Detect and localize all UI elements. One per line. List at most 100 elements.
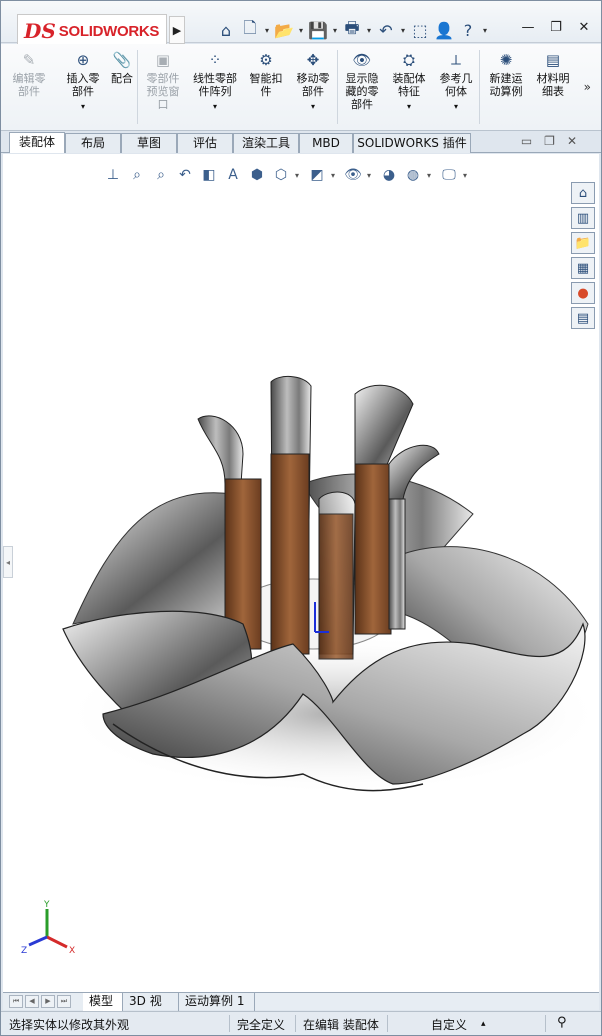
bottom-tab-1[interactable]: 3D 视图: [123, 993, 179, 1025]
window-controls: — ❐ ✕: [519, 18, 593, 36]
ds-logo-mark: DS: [24, 19, 56, 43]
first-tab-icon[interactable]: ⏮: [9, 995, 23, 1008]
units-dropdown-icon[interactable]: ▴: [481, 1019, 486, 1029]
ribbon-button-label: 新建运 动算例: [489, 72, 523, 98]
solidworks-logo[interactable]: DS SOLIDWORKS: [17, 14, 167, 48]
chevron-down-icon[interactable]: ▾: [454, 100, 458, 113]
save-icon[interactable]: 💾: [307, 19, 329, 41]
restore-icon[interactable]: ❐: [547, 18, 565, 36]
units-selector[interactable]: 自定义: [431, 1016, 467, 1033]
print-icon[interactable]: 🖶: [341, 18, 363, 41]
open-folder-icon[interactable]: 📂: [273, 19, 295, 41]
status-bar: 选择实体以修改其外观 完全定义 在编辑 装配体 自定义 ▴ ⚲: [1, 1011, 601, 1035]
home-icon[interactable]: ⌂: [215, 19, 237, 41]
component-preview-icon: ▣: [155, 50, 171, 69]
quick-access-toolbar: ⌂ 🗋 ▾ 📂 ▾ 💾 ▾ 🖶 ▾ ↶ ▾ ⬚ 👤 ? ▾: [215, 18, 489, 42]
graphics-area[interactable]: ⊥ ⌕ ⌕ ↶ ◧ A ⬢ ⬡ ▾ ◩ ▾ 👁 ▾ ◕ ◍ ▾ 🖵 ▾ ⌂ ▥ 📁 ▦ ● ▤ ◂: [3, 154, 599, 992]
chevron-down-icon[interactable]: ▾: [81, 100, 85, 113]
triad-x-axis: [46, 935, 68, 949]
tab-4[interactable]: 渲染工具: [233, 133, 299, 153]
ribbon-button-insert-component[interactable]: ⊕ 插入零 部件 ▾: [57, 50, 109, 128]
post-front-center-wood: [318, 513, 354, 660]
next-tab-icon[interactable]: ▶: [41, 995, 55, 1008]
chevron-down-icon[interactable]: ▾: [311, 100, 315, 113]
ribbon-button-label: 零部件 预览窗 口: [146, 72, 180, 111]
ribbon-overflow-icon[interactable]: »: [584, 80, 591, 94]
doc-restore-icon[interactable]: ❐: [544, 134, 555, 148]
ribbon-button-reference-geometry[interactable]: ⟂ 参考几 何体 ▾: [433, 50, 479, 128]
ribbon-button-label: 材料明 细表: [536, 72, 570, 98]
ribbon-button-smart-fastener[interactable]: ⚙ 智能扣 件: [245, 50, 287, 128]
document-window-controls: ▭ ❐ ✕: [521, 134, 577, 148]
bottom-tabs-bar: ⏮ ◀ ▶ ⏭ 模型3D 视图运动算例 1: [3, 992, 599, 1025]
chevron-down-icon[interactable]: ▾: [297, 19, 305, 41]
bottom-tab-2[interactable]: 运动算例 1: [179, 993, 255, 1011]
insert-component-icon: ⊕: [76, 50, 90, 69]
tab-1[interactable]: 布局: [65, 133, 121, 153]
assembly-3d-model[interactable]: [3, 154, 599, 992]
post-left-hook: [197, 415, 244, 485]
last-tab-icon[interactable]: ⏭: [57, 995, 71, 1008]
new-motion-study-icon: ✺: [499, 50, 513, 69]
ribbon-button-new-motion-study[interactable]: ✺ 新建运 动算例: [483, 50, 529, 128]
assembly-feature-icon: ⛭: [402, 50, 415, 69]
status-editing: 在编辑 装配体: [303, 1018, 379, 1032]
post-center-back-wood: [270, 453, 310, 655]
ribbon-button-label: 装配体 特征: [392, 72, 426, 98]
ribbon-button-component-preview[interactable]: ▣ 零部件 预览窗 口: [141, 50, 185, 128]
customize-status-icon[interactable]: ⚲: [557, 1015, 567, 1030]
select-cursor-icon[interactable]: ⬚: [409, 19, 431, 41]
doc-close-icon[interactable]: ✕: [567, 134, 577, 148]
ribbon-button-label: 插入零 部件: [66, 72, 100, 98]
triad-y-label: Y: [43, 900, 50, 910]
ribbon-button-edit-component[interactable]: ✎ 编辑零 部件: [7, 50, 51, 128]
chevron-down-icon[interactable]: ▾: [481, 19, 489, 41]
chevron-down-icon[interactable]: ▾: [213, 100, 217, 113]
ribbon-button-move-component[interactable]: ✥ 移动零 部件 ▾: [291, 50, 335, 128]
triad-x-label: X: [69, 946, 75, 956]
previous-tab-icon[interactable]: ◀: [25, 995, 39, 1008]
ribbon-button-assembly-feature[interactable]: ⛭ 装配体 特征 ▾: [387, 50, 431, 128]
tab-3[interactable]: 评估: [177, 133, 233, 153]
status-message: 选择实体以修改其外观: [9, 1018, 130, 1032]
ribbon-button-label: 移动零 部件: [296, 72, 330, 98]
ribbon-button-label: 智能扣 件: [249, 72, 283, 98]
show-hidden-icon: 👁: [352, 50, 372, 69]
chevron-down-icon[interactable]: ▾: [399, 19, 407, 41]
help-icon[interactable]: ?: [457, 19, 479, 41]
minimize-icon[interactable]: —: [519, 18, 537, 36]
ribbon-button-linear-pattern[interactable]: ⁘ 线性零部 件阵列 ▾: [187, 50, 243, 128]
ribbon-button-label: 配合: [111, 72, 133, 85]
linear-pattern-icon: ⁘: [208, 50, 222, 69]
chevron-down-icon[interactable]: ▾: [407, 100, 411, 113]
doc-minimize-icon[interactable]: ▭: [521, 134, 532, 148]
tab-6[interactable]: SOLIDWORKS 插件: [353, 133, 471, 153]
user-icon[interactable]: 👤: [433, 19, 455, 41]
post-right-back-wood: [354, 463, 392, 635]
new-document-icon[interactable]: 🗋: [239, 18, 261, 41]
tab-2[interactable]: 草图: [121, 133, 177, 153]
tab-5[interactable]: MBD: [299, 133, 353, 153]
ribbon-button-mate[interactable]: 📎 配合: [105, 50, 139, 128]
tab-0[interactable]: 装配体: [9, 132, 65, 153]
ribbon-separator: [337, 50, 338, 124]
menu-expand-arrow-icon[interactable]: ▶: [169, 16, 185, 44]
chevron-down-icon[interactable]: ▾: [263, 19, 271, 41]
edit-component-icon: ✎: [22, 50, 36, 69]
title-bar: DS SOLIDWORKS ▶ ⌂ 🗋 ▾ 📂 ▾ 💾 ▾ 🖶 ▾ ↶ ▾ ⬚ …: [1, 1, 601, 48]
ribbon-button-bill-of-materials[interactable]: ▤ 材料明 细表: [529, 50, 577, 128]
move-component-icon: ✥: [306, 50, 320, 69]
bottom-tab-0[interactable]: 模型: [83, 993, 123, 1011]
undo-icon[interactable]: ↶: [375, 19, 397, 41]
triad-z-axis: [28, 935, 48, 947]
chevron-down-icon[interactable]: ▾: [365, 19, 373, 41]
status-definition: 完全定义: [237, 1018, 286, 1032]
ribbon-button-label: 显示隐 藏的零 部件: [345, 72, 379, 111]
bill-of-materials-icon: ▤: [545, 50, 561, 69]
chevron-down-icon[interactable]: ▾: [331, 19, 339, 41]
ribbon-button-label: 编辑零 部件: [12, 72, 46, 98]
view-triad: Y X Z: [21, 900, 75, 956]
command-manager-tabs: ▭ ❐ ✕ 装配体 布局 草图 评估 渲染工具 MBD SOLIDWORKS 插件: [1, 131, 601, 153]
close-icon[interactable]: ✕: [575, 18, 593, 36]
ribbon-button-show-hidden[interactable]: 👁 显示隐 藏的零 部件: [339, 50, 385, 128]
